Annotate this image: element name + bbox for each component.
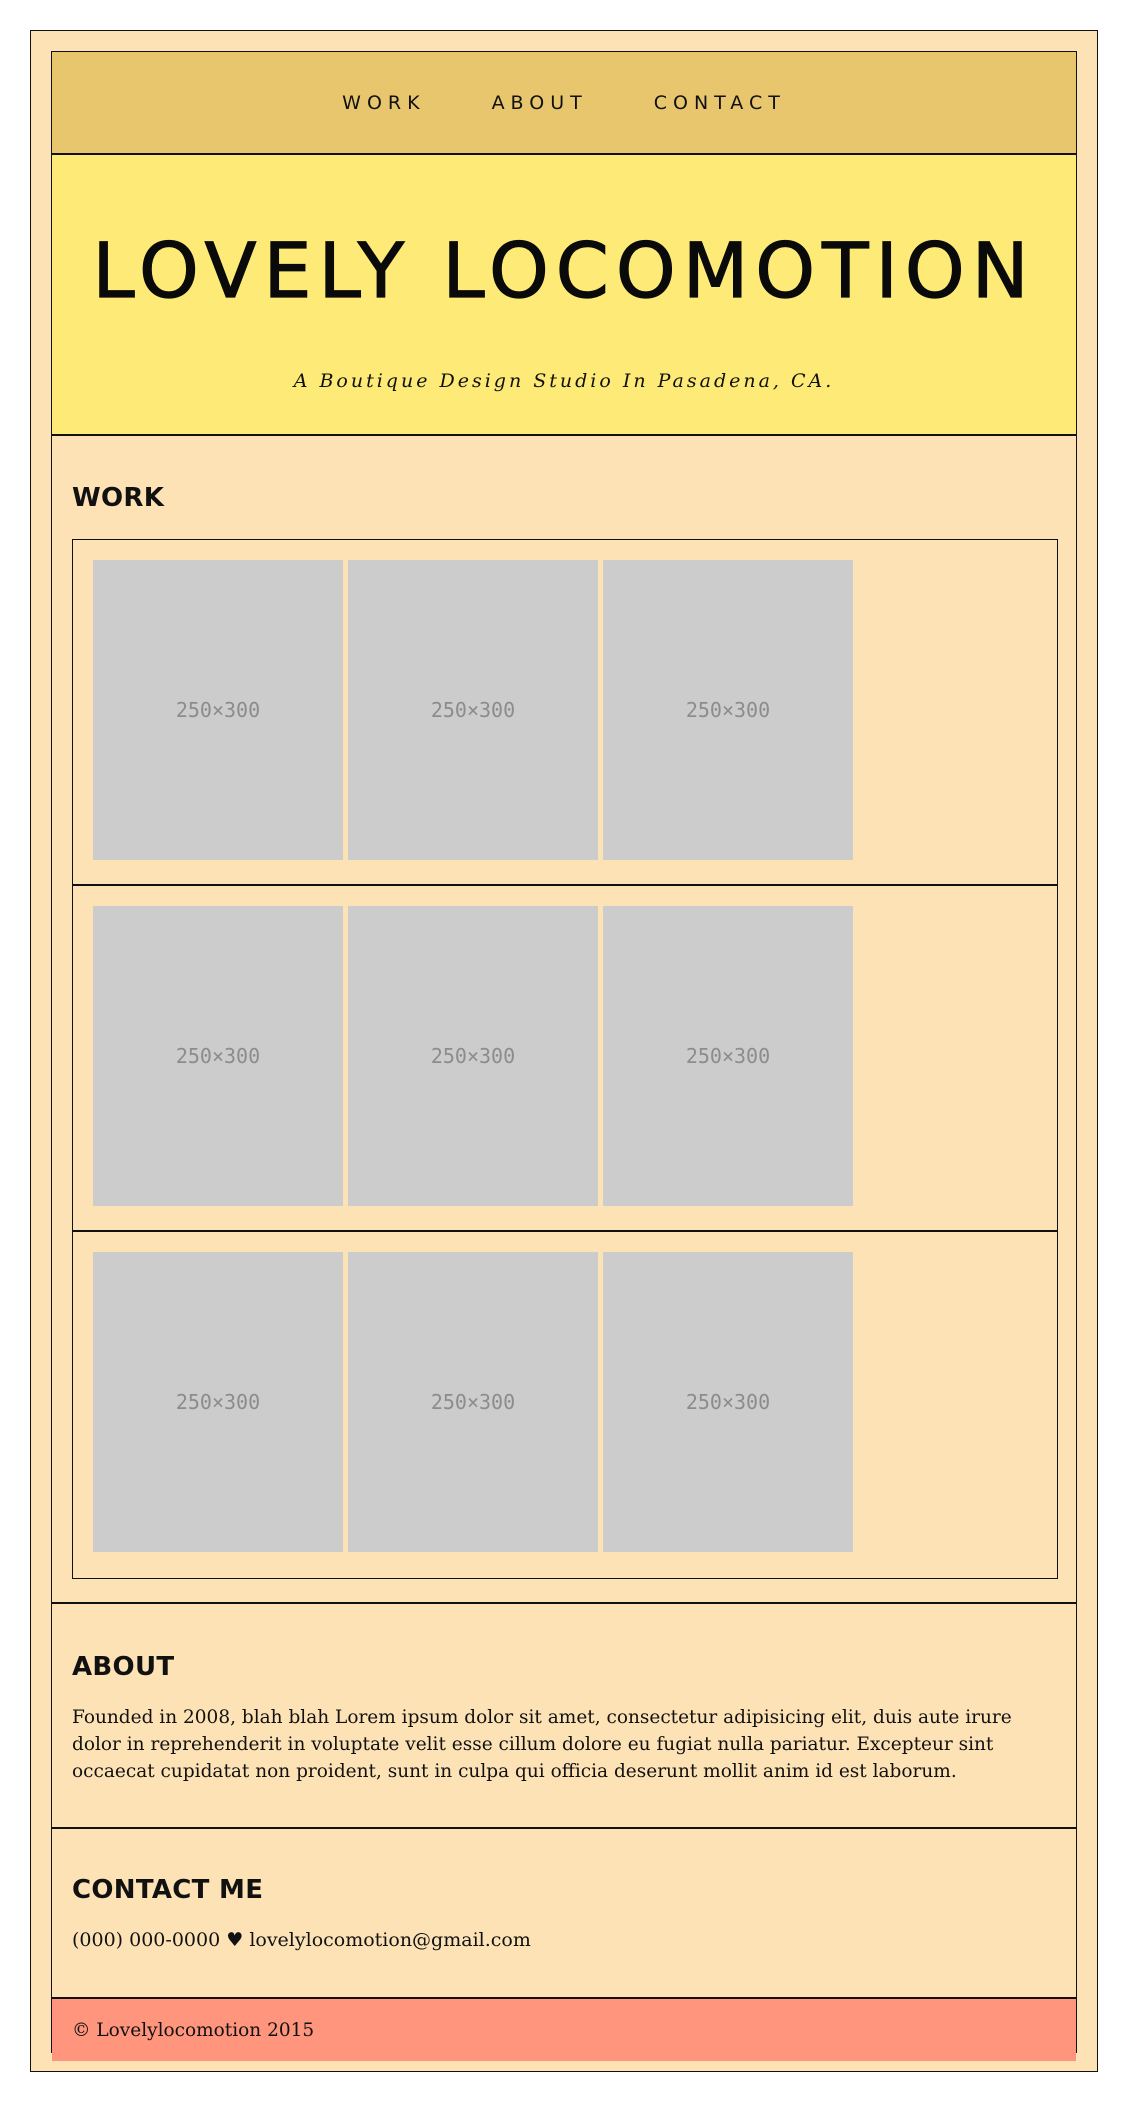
nav-link-contact[interactable]: CONTACT: [654, 92, 786, 114]
gallery-thumbnail[interactable]: 250×300: [348, 906, 598, 1206]
site-title: LOVELY LOCOMOTION: [92, 226, 1036, 315]
work-gallery: 250×300 250×300 250×300 250×300 250×300 …: [72, 539, 1058, 1579]
contact-section: CONTACT ME (000) 000-0000 ♥ lovelylocomo…: [52, 1829, 1076, 1999]
gallery-row: 250×300 250×300 250×300: [73, 1232, 1057, 1578]
gallery-thumbnail[interactable]: 250×300: [93, 560, 343, 860]
site-footer: © Lovelylocomotion 2015: [52, 1999, 1076, 2061]
phone-number: (000) 000-0000: [72, 1929, 221, 1951]
gallery-thumbnail[interactable]: 250×300: [93, 1252, 343, 1552]
top-nav: WORK ABOUT CONTACT: [52, 52, 1076, 155]
contact-heading: CONTACT ME: [72, 1875, 264, 1905]
page-frame: WORK ABOUT CONTACT LOVELY LOCOMOTION A B…: [30, 30, 1098, 2072]
gallery-row: 250×300 250×300 250×300: [73, 886, 1057, 1232]
gallery-row: 250×300 250×300 250×300: [73, 540, 1057, 886]
about-heading: ABOUT: [72, 1652, 175, 1682]
gallery-thumbnail[interactable]: 250×300: [93, 906, 343, 1206]
site-tagline: A Boutique Design Studio In Pasadena, CA…: [293, 370, 835, 392]
email-address[interactable]: lovelylocomotion@gmail.com: [249, 1929, 531, 1951]
content-frame: WORK ABOUT CONTACT LOVELY LOCOMOTION A B…: [51, 51, 1077, 2061]
hero-banner: LOVELY LOCOMOTION A Boutique Design Stud…: [52, 155, 1076, 436]
gallery-thumbnail[interactable]: 250×300: [348, 560, 598, 860]
about-section: ABOUT Founded in 2008, blah blah Lorem i…: [52, 1604, 1076, 1829]
gallery-thumbnail[interactable]: 250×300: [603, 906, 853, 1206]
work-section: WORK 250×300 250×300 250×300 250×300 250…: [52, 436, 1076, 1604]
gallery-thumbnail[interactable]: 250×300: [348, 1252, 598, 1552]
nav-link-work[interactable]: WORK: [342, 92, 425, 114]
about-text: Founded in 2008, blah blah Lorem ipsum d…: [72, 1707, 1012, 1782]
heart-icon: ♥: [226, 1929, 244, 1951]
nav-link-about[interactable]: ABOUT: [492, 92, 588, 114]
contact-info: (000) 000-0000 ♥ lovelylocomotion@gmail.…: [72, 1929, 531, 1951]
gallery-thumbnail[interactable]: 250×300: [603, 560, 853, 860]
work-heading: WORK: [72, 483, 165, 513]
gallery-thumbnail[interactable]: 250×300: [603, 1252, 853, 1552]
copyright-text: © Lovelylocomotion 2015: [72, 2019, 315, 2041]
